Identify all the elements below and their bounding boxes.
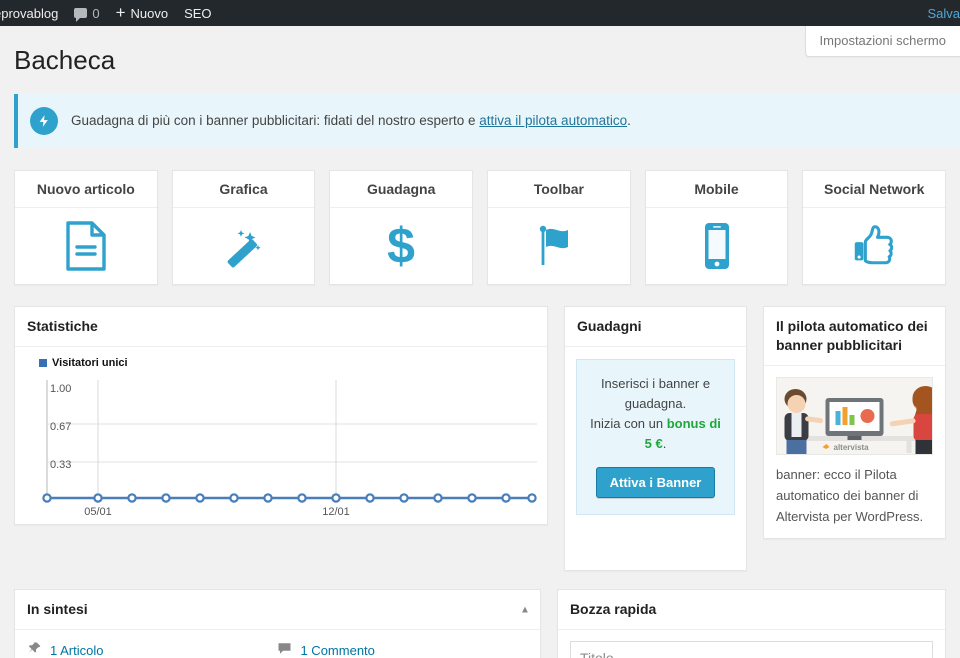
earnings-line-2-after: . bbox=[662, 436, 667, 452]
widget-in-sintesi: In sintesi ▲ 1 Articolo 1 Commento bbox=[14, 589, 541, 658]
adminbar-site-name[interactable]: eprovablog bbox=[0, 0, 66, 26]
widget-pilota-title: Il pilota automatico dei banner pubblici… bbox=[764, 307, 945, 366]
admin-bar: eprovablog 0 + Nuovo SEO Salva bbox=[0, 0, 960, 26]
earnings-promo-box: Inserisci i banner e guadagna. Inizia co… bbox=[576, 358, 735, 516]
chart-legend: Visitatori unici bbox=[39, 357, 537, 369]
glance-comments-label[interactable]: 1 Commento bbox=[300, 643, 374, 658]
widget-guadagni-title: Guadagni bbox=[565, 307, 746, 347]
chart-xtick-1: 05/01 bbox=[84, 506, 112, 518]
chart-ytick-1: 1.00 bbox=[50, 383, 71, 395]
card-mobile[interactable]: Mobile bbox=[644, 169, 789, 285]
screen-options-tab[interactable]: Impostazioni schermo bbox=[804, 26, 960, 57]
adminbar-save-link[interactable]: Salva bbox=[919, 0, 960, 26]
plus-icon: + bbox=[115, 2, 126, 22]
adminbar-comment-count: 0 bbox=[92, 5, 100, 21]
screen-options-label: Impostazioni schermo bbox=[819, 33, 946, 48]
mobile-phone-icon bbox=[646, 208, 788, 284]
card-toolbar[interactable]: Toolbar bbox=[487, 169, 631, 285]
flag-icon bbox=[488, 208, 630, 284]
promo-notice-text: Guadagna di più con i banner pubblicitar… bbox=[71, 113, 631, 128]
pin-icon bbox=[27, 641, 42, 658]
adminbar-seo-label: SEO bbox=[184, 5, 212, 21]
quick-action-cards: Nuovo articolo Grafica Guadagna $ Toolba… bbox=[14, 169, 947, 285]
widget-in-sintesi-header: In sintesi ▲ bbox=[15, 590, 540, 631]
altervista-logo-text: altervista bbox=[834, 443, 870, 452]
statistiche-chart: Visitatori unici 1.00 0.67 0.33 05/01 12… bbox=[15, 347, 547, 524]
thumbs-up-icon bbox=[803, 208, 945, 284]
glance-items: 1 Articolo 1 Commento bbox=[27, 641, 528, 658]
dashboard-wrap: Bacheca Guadagna di più con i banner pub… bbox=[0, 44, 960, 658]
widget-guadagni: Guadagni Inserisci i banner e guadagna. … bbox=[564, 305, 747, 572]
card-social-network-label: Social Network bbox=[803, 171, 946, 208]
quick-draft-title-input[interactable] bbox=[569, 641, 933, 658]
card-guadagna-label: Guadagna bbox=[330, 171, 473, 208]
promo-notice-text-after: . bbox=[627, 113, 631, 129]
adminbar-comments[interactable]: 0 bbox=[66, 0, 107, 26]
promo-notice-text-before: Guadagna di più con i banner pubblicitar… bbox=[71, 113, 480, 129]
adminbar-save-label: Salva bbox=[927, 5, 960, 21]
chart-ytick-2: 0.67 bbox=[50, 421, 71, 433]
dashboard-row-secondary: In sintesi ▲ 1 Articolo 1 Commento Bozza… bbox=[14, 589, 946, 658]
widget-in-sintesi-title: In sintesi bbox=[27, 601, 88, 618]
widget-pilota-automatico: Il pilota automatico dei banner pubblici… bbox=[763, 305, 946, 539]
card-toolbar-label: Toolbar bbox=[488, 171, 630, 208]
card-grafica[interactable]: Grafica bbox=[171, 169, 316, 285]
chart-xtick-2: 12/01 bbox=[322, 506, 350, 518]
chart-legend-label: Visitatori unici bbox=[52, 356, 128, 369]
dashboard-row-primary: Statistiche Visitatori unici 1.00 0.67 0… bbox=[14, 305, 946, 572]
glance-item-posts[interactable]: 1 Articolo bbox=[27, 641, 277, 658]
bolt-icon bbox=[30, 106, 58, 135]
adminbar-site-name-label: eprovablog bbox=[0, 5, 59, 21]
glance-item-comments[interactable]: 1 Commento bbox=[277, 641, 527, 658]
widget-bozza-rapida-title: Bozza rapida bbox=[557, 590, 945, 631]
screen-meta-links: Impostazioni schermo bbox=[804, 26, 960, 57]
chart-legend-swatch bbox=[39, 358, 47, 367]
altervista-illustration: altervista bbox=[776, 376, 933, 455]
adminbar-seo[interactable]: SEO bbox=[176, 0, 219, 26]
card-nuovo-articolo-label: Nuovo articolo bbox=[15, 171, 157, 208]
card-mobile-label: Mobile bbox=[645, 171, 788, 208]
widget-statistiche: Statistiche Visitatori unici 1.00 0.67 0… bbox=[14, 305, 548, 525]
earnings-line-2: Inizia con un bonus di 5 €. bbox=[587, 414, 724, 454]
document-icon bbox=[15, 208, 157, 284]
comment-icon bbox=[277, 641, 292, 658]
promo-notice: Guadagna di più con i banner pubblicitar… bbox=[14, 93, 960, 148]
adminbar-new-content[interactable]: + Nuovo bbox=[108, 0, 177, 26]
attiva-banner-button[interactable]: Attiva i Banner bbox=[595, 467, 716, 499]
earnings-line-1: Inserisci i banner e guadagna. bbox=[600, 375, 711, 411]
chart-svg: 1.00 0.67 0.33 05/01 12/01 bbox=[42, 379, 537, 518]
card-nuovo-articolo[interactable]: Nuovo articolo bbox=[14, 169, 158, 285]
widget-statistiche-title: Statistiche bbox=[15, 307, 547, 347]
svg-text:$: $ bbox=[387, 220, 415, 272]
card-social-network[interactable]: Social Network bbox=[802, 169, 947, 285]
earnings-line-2-before: Inizia con un bbox=[590, 415, 667, 431]
chevron-up-icon[interactable]: ▲ bbox=[520, 603, 530, 617]
chart-ytick-3: 0.33 bbox=[50, 459, 71, 471]
glance-posts-label[interactable]: 1 Articolo bbox=[50, 643, 103, 658]
dollar-icon: $ bbox=[330, 208, 472, 284]
adminbar-right-group: Salva bbox=[919, 0, 960, 26]
widget-pilota-body: banner: ecco il Pilota automatico dei ba… bbox=[776, 466, 924, 524]
magic-wand-icon bbox=[173, 208, 315, 284]
card-grafica-label: Grafica bbox=[172, 171, 315, 208]
adminbar-new-label: Nuovo bbox=[130, 5, 169, 21]
card-guadagna[interactable]: Guadagna $ bbox=[329, 169, 474, 285]
widget-bozza-rapida: Bozza rapida bbox=[556, 589, 946, 658]
comment-bubble-icon bbox=[74, 8, 88, 22]
promo-notice-link[interactable]: attiva il pilota automatico bbox=[479, 113, 627, 128]
